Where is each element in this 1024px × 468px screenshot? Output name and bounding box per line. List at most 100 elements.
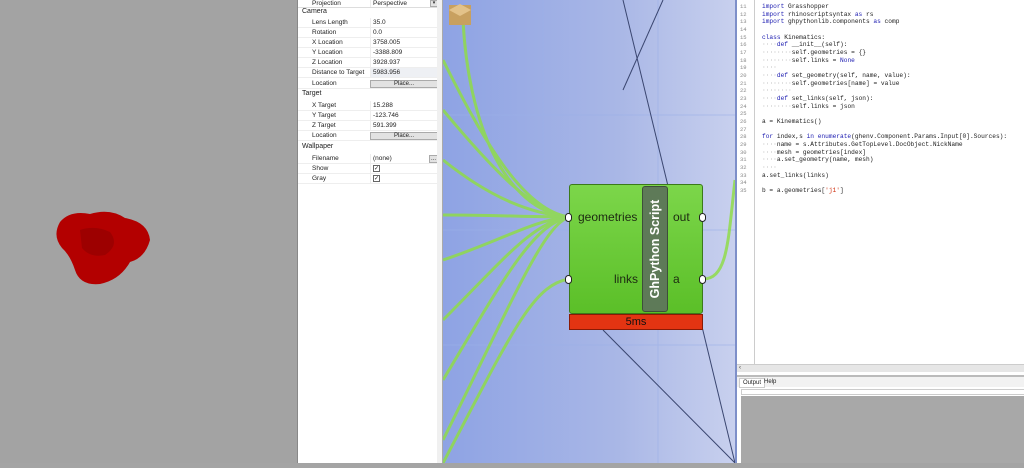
- component-nickname: GhPython Script: [642, 186, 668, 312]
- code-line[interactable]: for index,s in enumerate(ghenv.Component…: [762, 133, 1007, 140]
- code-line[interactable]: ····a.set_geometry(name, mesh): [762, 156, 873, 163]
- row-label: Y Target: [312, 112, 336, 119]
- line-number: 29: [740, 141, 747, 149]
- red-mesh-model: [56, 211, 150, 285]
- camera-header: Camera: [302, 8, 327, 15]
- code-line[interactable]: ····def set_geometry(self, name, value):: [762, 72, 911, 79]
- line-number: 26: [740, 118, 747, 126]
- output-tabs: Output Help: [737, 375, 1024, 388]
- property-row: X Target 15.288: [298, 101, 438, 111]
- input-grip-geometries[interactable]: [565, 213, 572, 222]
- row-label: X Target: [312, 102, 337, 109]
- input-links-label: links: [614, 272, 639, 286]
- panel-component-icon: [449, 4, 471, 25]
- row-value[interactable]: 0.0: [370, 28, 438, 37]
- row-label: X Location: [312, 39, 343, 46]
- property-row: Y Location -3388.809: [298, 48, 438, 58]
- row-value[interactable]: 5983.956: [370, 68, 438, 77]
- code-line[interactable]: ········self.links = None: [762, 57, 855, 64]
- code-line[interactable]: ········self.links = json: [762, 103, 855, 110]
- line-number: 32: [740, 164, 747, 172]
- nickname-text: GhPython Script: [648, 199, 662, 299]
- row-value[interactable]: -3388.809: [370, 48, 438, 57]
- line-number: 24: [740, 102, 747, 110]
- code-line[interactable]: ········: [762, 87, 792, 94]
- line-number: 21: [740, 79, 747, 87]
- line-number: 28: [740, 133, 747, 141]
- row-label: Gray: [312, 175, 327, 182]
- projection-select[interactable]: Perspective: [370, 0, 430, 7]
- line-number: 31: [740, 156, 747, 164]
- line-number: 18: [740, 56, 747, 64]
- code-line[interactable]: a = Kinematics(): [762, 118, 821, 125]
- output-grip-a[interactable]: [699, 275, 706, 284]
- input-grip-links[interactable]: [565, 275, 572, 284]
- line-number: 13: [740, 18, 747, 26]
- code-line[interactable]: ········self.geometries[name] = value: [762, 80, 899, 87]
- code-line[interactable]: ····def set_links(self, json):: [762, 95, 873, 102]
- code-line[interactable]: ····mesh = geometries[index]: [762, 149, 866, 156]
- row-label: Rotation: [312, 29, 337, 36]
- gray-checkbox[interactable]: ✓: [373, 175, 380, 182]
- output-out-label: out: [673, 210, 690, 224]
- line-number: 30: [740, 148, 747, 156]
- property-row: Z Location 3928.937: [298, 58, 438, 68]
- code-line[interactable]: ····: [762, 64, 777, 71]
- code-line[interactable]: import Grasshopper: [762, 3, 829, 10]
- code-line[interactable]: a.set_links(links): [762, 172, 829, 179]
- row-value[interactable]: -123.746: [370, 111, 438, 120]
- row-value[interactable]: 15.288: [370, 101, 438, 110]
- code-line[interactable]: b = a.geometries['j1']: [762, 187, 844, 194]
- code-line[interactable]: ········self.geometries = {}: [762, 49, 866, 56]
- line-number: 19: [740, 64, 747, 72]
- row-value[interactable]: 3758.005: [370, 38, 438, 47]
- horizontal-scrollbar[interactable]: ‹: [737, 364, 1024, 372]
- projection-row[interactable]: Projection Perspective ▾: [298, 0, 438, 8]
- input-geometries-label: geometries: [578, 210, 638, 224]
- properties-scrollbar[interactable]: [437, 0, 442, 463]
- camera-place-button[interactable]: Place...: [370, 79, 438, 88]
- line-number: 15: [740, 33, 747, 41]
- row-value[interactable]: 35.0: [370, 18, 438, 27]
- code-line[interactable]: class Kinematics:: [762, 34, 825, 41]
- line-number: 25: [740, 110, 747, 118]
- row-label: Z Location: [312, 59, 343, 66]
- row-value[interactable]: 591.399: [370, 121, 438, 130]
- script-editor[interactable]: 11 import Grasshopper 12 import rhinoscript…: [735, 0, 1024, 463]
- line-number: 27: [740, 125, 747, 133]
- profiler-timer: 5ms: [569, 314, 703, 330]
- rhino-viewport[interactable]: [0, 0, 297, 463]
- line-number: 12: [740, 10, 747, 18]
- row-label: Y Location: [312, 49, 343, 56]
- line-number: 34: [740, 179, 747, 187]
- property-row: Lens Length 35.0: [298, 18, 438, 28]
- properties-panel: Projection Perspective ▾ Camera Lens Lengt…: [297, 0, 443, 463]
- gray-row: Gray ✓: [298, 174, 438, 184]
- line-number: 23: [740, 95, 747, 103]
- scroll-left-arrow[interactable]: ‹: [739, 365, 741, 371]
- property-row: Y Target -123.746: [298, 111, 438, 121]
- code-line[interactable]: ····name = s.Attributes.GetTopLevel.DocO…: [762, 141, 963, 148]
- row-value[interactable]: 3928.937: [370, 58, 438, 67]
- wallpaper-header: Wallpaper: [302, 143, 334, 150]
- filename-value: (none): [370, 154, 429, 163]
- output-area[interactable]: [741, 396, 1024, 463]
- target-header: Target: [302, 90, 322, 97]
- ghpython-component[interactable]: [569, 184, 703, 314]
- output-grip-out[interactable]: [699, 213, 706, 222]
- show-checkbox[interactable]: ✓: [373, 165, 380, 172]
- filename-row: Filename (none)...: [298, 154, 438, 164]
- code-line[interactable]: import rhinoscriptsyntax as rs: [762, 11, 873, 18]
- line-number: 14: [740, 26, 747, 33]
- camera-location-row: Location Place...: [298, 79, 438, 89]
- row-label: Location: [312, 80, 337, 87]
- row-label: Filename: [312, 155, 339, 162]
- target-place-button[interactable]: Place...: [370, 131, 438, 140]
- show-row: Show ✓: [298, 164, 438, 174]
- code-line[interactable]: import ghpythonlib.components as comp: [762, 18, 899, 25]
- code-line[interactable]: ····: [762, 164, 777, 171]
- line-number: 22: [740, 87, 747, 95]
- code-line[interactable]: ····def __init__(self):: [762, 41, 847, 48]
- line-number: 33: [740, 171, 747, 179]
- tab-help[interactable]: Help: [761, 378, 779, 386]
